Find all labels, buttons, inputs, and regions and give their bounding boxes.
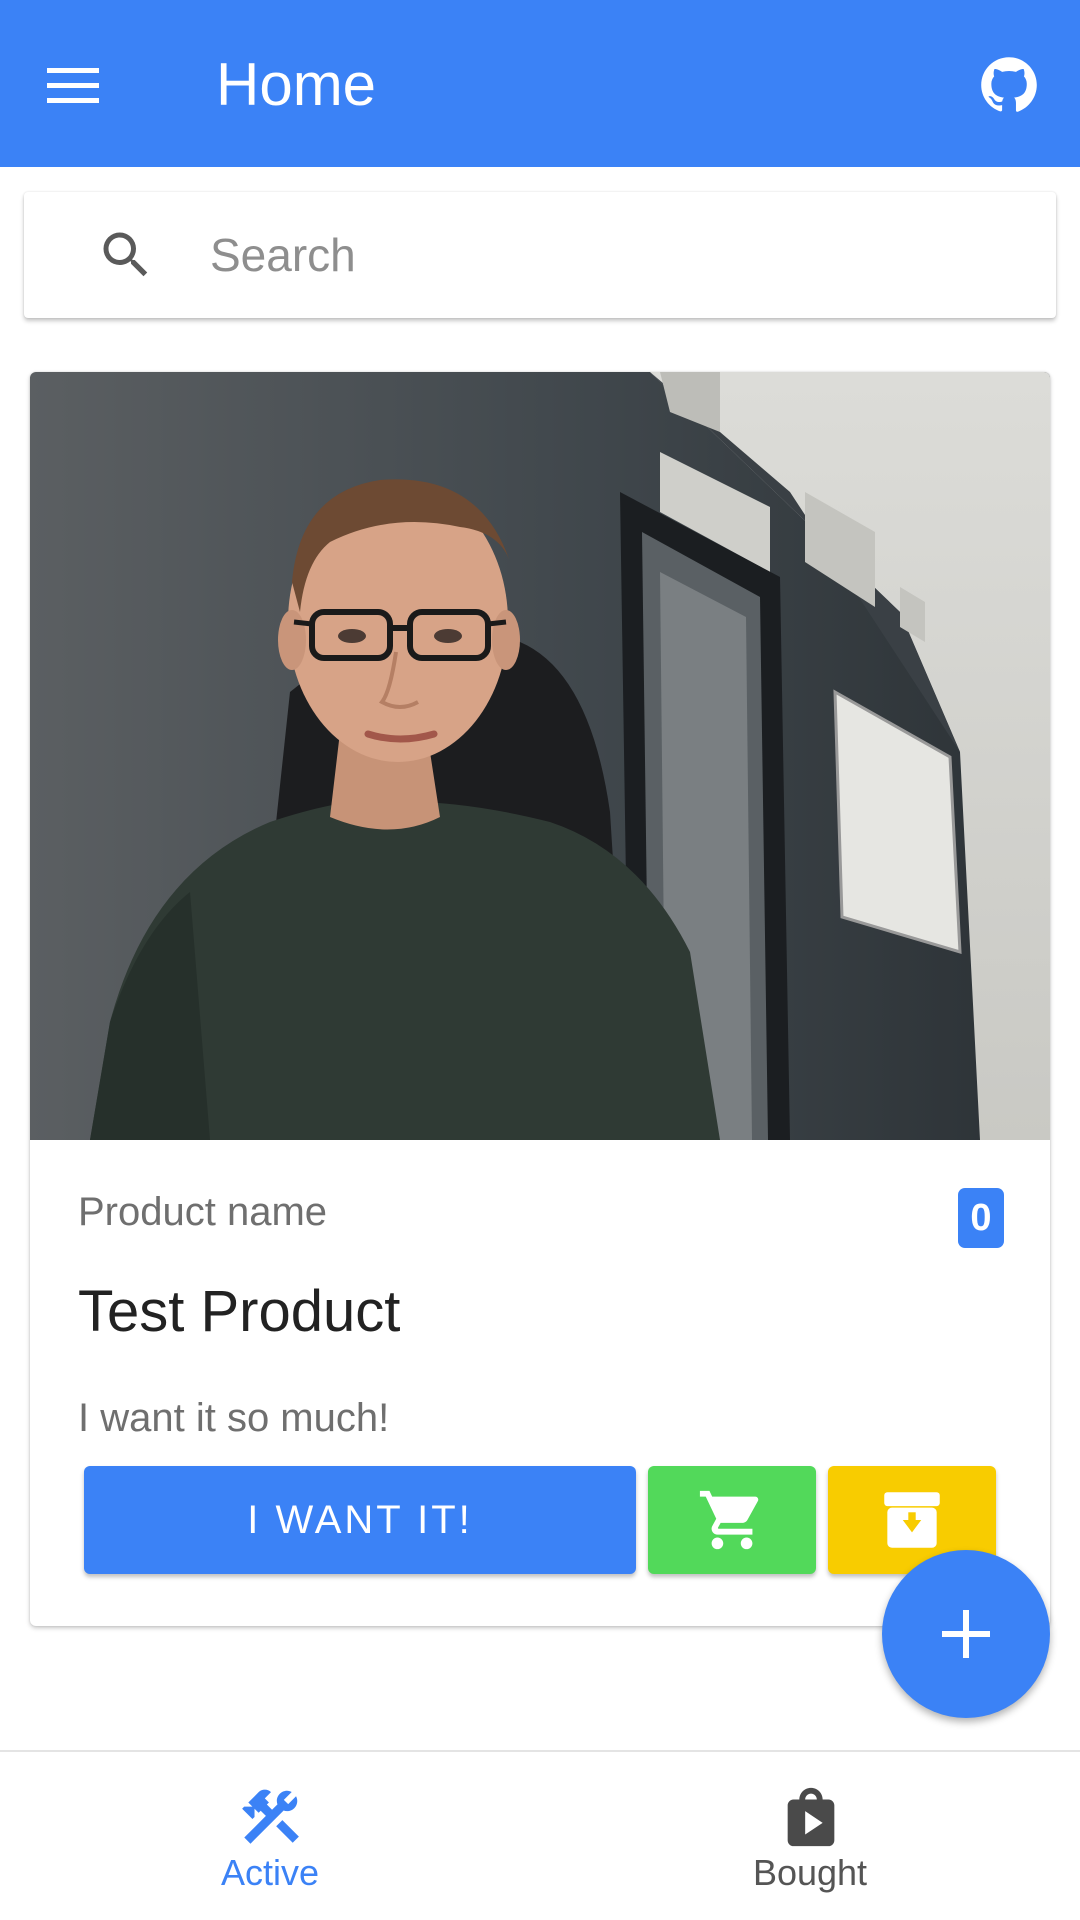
archive-down-icon	[884, 1492, 940, 1548]
count-badge: 0	[958, 1188, 1004, 1248]
product-description: I want it so much!	[78, 1396, 390, 1440]
nav-label-bought: Bought	[752, 1852, 868, 1893]
product-card: Product name 0 Test Product I want it so…	[30, 372, 1050, 1626]
nav-item-active[interactable]: Active	[0, 1752, 540, 1920]
product-photo	[30, 372, 1050, 1140]
product-title: Test Product	[78, 1279, 401, 1344]
github-button[interactable]	[974, 50, 1044, 120]
nav-label-active: Active	[220, 1852, 320, 1893]
nav-item-bought[interactable]: Bought	[540, 1752, 1080, 1920]
search-bar	[24, 192, 1056, 318]
tools-icon	[242, 1789, 299, 1844]
add-product-fab[interactable]	[882, 1550, 1050, 1718]
search-input[interactable]	[210, 220, 1010, 290]
hamburger-menu-icon	[47, 68, 99, 103]
app-bar: Home	[0, 0, 1080, 167]
search-icon	[103, 232, 148, 277]
bottom-navigation: Active Bought	[0, 1750, 1080, 1920]
shopping-cart-icon	[699, 1490, 759, 1550]
plus-icon	[942, 1610, 990, 1658]
want-it-button[interactable]: I WANT IT!	[84, 1466, 636, 1574]
menu-button[interactable]	[45, 50, 125, 120]
cart-button[interactable]	[648, 1466, 816, 1574]
shopping-bag-icon	[787, 1787, 835, 1847]
page-title: Home	[216, 51, 377, 118]
github-icon	[981, 57, 1037, 112]
product-name-label: Product name	[78, 1190, 328, 1234]
